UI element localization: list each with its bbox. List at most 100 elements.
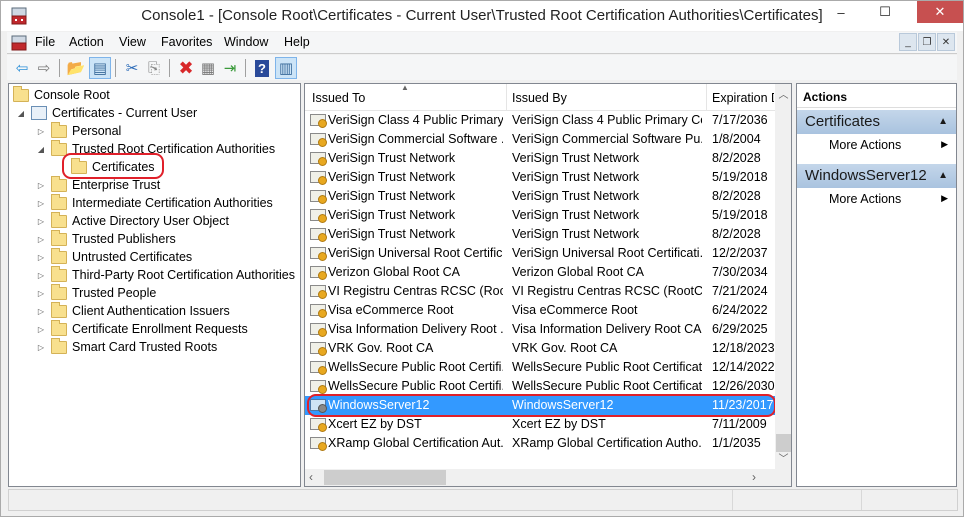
table-row[interactable]: VRK Gov. Root CA VRK Gov. Root CA 12/18/20…	[305, 339, 775, 358]
expanded-arrow-icon[interactable]: ◢	[35, 145, 47, 154]
properties-button[interactable]: ▦	[197, 57, 219, 79]
system-menu-icon[interactable]	[11, 35, 27, 51]
menu-window[interactable]: Window	[224, 35, 268, 49]
folder-icon	[51, 229, 67, 246]
more-actions-certificates[interactable]: More Actions ▶	[797, 135, 956, 155]
collapsed-arrow-icon[interactable]: ▷	[35, 199, 47, 208]
table-row[interactable]: VeriSign Trust Network VeriSign Trust Net…	[305, 168, 775, 187]
menu-favorites[interactable]: Favorites	[161, 35, 212, 49]
column-header-issued-to[interactable]: Issued To	[312, 91, 502, 105]
scissors-icon: ✂	[125, 60, 139, 77]
vertical-scrollbar[interactable]: ︿ ﹀	[775, 84, 791, 469]
show-hide-console-tree-button[interactable]: ▤	[89, 57, 111, 79]
actions-section-certificates[interactable]: Certificates ▲	[797, 110, 956, 134]
minimize-button[interactable]: –	[819, 1, 863, 23]
tree-item-intermediate-ca[interactable]: ▷ Intermediate Certification Authorities	[35, 193, 273, 212]
certificate-list[interactable]: Issued To ▲ Issued By Expiration D VeriS…	[304, 83, 792, 487]
column-header-issued-by[interactable]: Issued By	[512, 91, 702, 105]
tree-item-third-party-root-ca[interactable]: ▷ Third-Party Root Certification Authori…	[35, 265, 295, 284]
table-row[interactable]: VeriSign Class 4 Public Primary ... VeriS…	[305, 111, 775, 130]
certificate-icon	[310, 247, 327, 261]
help-button[interactable]: ?	[251, 57, 273, 79]
table-row[interactable]: VI Registru Centras RCSC (Root... VI Regi…	[305, 282, 775, 301]
tree-item-certificates-current-user[interactable]: ◢ Certificates - Current User	[15, 104, 197, 122]
table-row[interactable]: VeriSign Trust Network VeriSign Trust Net…	[305, 225, 775, 244]
table-row[interactable]: VeriSign Commercial Software ... VeriSign…	[305, 130, 775, 149]
horizontal-scrollbar[interactable]: ‹ ›	[305, 469, 791, 486]
collapsed-arrow-icon[interactable]: ▷	[35, 289, 47, 298]
back-button[interactable]: ⇦	[11, 57, 33, 79]
table-row[interactable]: WellsSecure Public Root Certifi... WellsS…	[305, 358, 775, 377]
collapsed-arrow-icon[interactable]: ▷	[35, 271, 47, 280]
collapsed-arrow-icon[interactable]: ▷	[35, 217, 47, 226]
tree-item-console-root[interactable]: Console Root	[13, 85, 110, 104]
collapse-up-icon[interactable]: ▲	[938, 170, 948, 181]
menu-help[interactable]: Help	[284, 35, 310, 49]
horizontal-scroll-thumb[interactable]	[324, 470, 446, 485]
tree-item-active-directory-user-object[interactable]: ▷ Active Directory User Object	[35, 211, 229, 230]
console-tree[interactable]: Console Root ◢ Certificates - Current Us…	[8, 83, 301, 487]
tree-item-enterprise-trust[interactable]: ▷ Enterprise Trust	[35, 175, 160, 194]
maximize-button[interactable]: ☐	[863, 1, 907, 23]
cell-issued-by: VeriSign Trust Network	[512, 189, 640, 203]
tree-item-trusted-people[interactable]: ▷ Trusted People	[35, 283, 157, 302]
copy-button[interactable]: ⎘	[143, 57, 165, 79]
column-divider[interactable]	[506, 84, 507, 111]
show-hide-action-pane-button[interactable]: ▥	[275, 57, 297, 79]
column-divider[interactable]	[706, 84, 707, 111]
cut-button[interactable]: ✂	[121, 57, 143, 79]
expanded-arrow-icon[interactable]: ◢	[15, 109, 27, 118]
column-header-expiration-date[interactable]: Expiration D	[712, 91, 774, 105]
cell-issued-by: VeriSign Class 4 Public Primary Ce...	[512, 113, 702, 127]
close-button[interactable]: ✕	[917, 1, 963, 23]
scroll-down-icon[interactable]: ﹀	[775, 450, 791, 465]
scroll-right-icon[interactable]: ›	[752, 470, 756, 484]
tree-item-untrusted-certificates[interactable]: ▷ Untrusted Certificates	[35, 247, 192, 266]
folder-icon	[51, 319, 67, 336]
scroll-up-icon[interactable]: ︿	[775, 86, 791, 101]
table-row[interactable]: Verizon Global Root CA Verizon Global Roo…	[305, 263, 775, 282]
collapsed-arrow-icon[interactable]: ▷	[35, 325, 47, 334]
tree-item-trusted-publishers[interactable]: ▷ Trusted Publishers	[35, 229, 176, 248]
tree-item-client-authentication-issuers[interactable]: ▷ Client Authentication Issuers	[35, 301, 230, 320]
collapsed-arrow-icon[interactable]: ▷	[35, 343, 47, 352]
export-list-button[interactable]: ⇥	[219, 57, 241, 79]
cell-issued-by: VI Registru Centras RCSC (RootCA)	[512, 284, 702, 298]
menu-action[interactable]: Action	[69, 35, 104, 49]
scroll-left-icon[interactable]: ‹	[309, 470, 313, 484]
tree-item-certificate-enrollment-requests[interactable]: ▷ Certificate Enrollment Requests	[35, 319, 248, 338]
child-restore-button[interactable]: ❐	[918, 33, 936, 51]
collapsed-arrow-icon[interactable]: ▷	[35, 181, 47, 190]
tree-item-personal[interactable]: ▷ Personal	[35, 121, 121, 140]
menu-file[interactable]: File	[35, 35, 55, 49]
table-row[interactable]: VeriSign Trust Network VeriSign Trust Net…	[305, 149, 775, 168]
table-row[interactable]: VeriSign Universal Root Certific... VeriS…	[305, 244, 775, 263]
table-row[interactable]: Xcert EZ by DST Xcert EZ by DST 7/11/2009	[305, 415, 775, 434]
collapsed-arrow-icon[interactable]: ▷	[35, 127, 47, 136]
tree-label: Trusted People	[72, 286, 157, 300]
child-close-button[interactable]: ✕	[937, 33, 955, 51]
cell-expiration-date: 1/8/2004	[712, 132, 761, 146]
tree-item-smart-card-trusted-roots[interactable]: ▷ Smart Card Trusted Roots	[35, 337, 217, 356]
table-row[interactable]: Visa eCommerce Root Visa eCommerce Root 6/…	[305, 301, 775, 320]
cell-expiration-date: 6/29/2025	[712, 322, 768, 336]
collapsed-arrow-icon[interactable]: ▷	[35, 253, 47, 262]
forward-button[interactable]: ⇨	[33, 57, 55, 79]
table-row[interactable]: XRamp Global Certification Aut... XRamp G…	[305, 434, 775, 453]
table-row[interactable]: VeriSign Trust Network VeriSign Trust Net…	[305, 206, 775, 225]
actions-section-windowsserver12[interactable]: WindowsServer12 ▲	[797, 164, 956, 188]
cell-expiration-date: 5/19/2018	[712, 170, 768, 184]
collapse-up-icon[interactable]: ▲	[938, 116, 948, 127]
more-actions-windowsserver12[interactable]: More Actions ▶	[797, 189, 956, 209]
collapsed-arrow-icon[interactable]: ▷	[35, 307, 47, 316]
cell-expiration-date: 7/11/2009	[712, 417, 767, 431]
collapsed-arrow-icon[interactable]: ▷	[35, 235, 47, 244]
table-row[interactable]: VeriSign Trust Network VeriSign Trust Net…	[305, 187, 775, 206]
child-minimize-button[interactable]: _	[899, 33, 917, 51]
menu-view[interactable]: View	[119, 35, 146, 49]
cell-issued-by: WellsSecure Public Root Certificat...	[512, 379, 702, 393]
up-one-level-button[interactable]: 📂	[65, 57, 87, 79]
delete-button[interactable]: ✖	[175, 57, 197, 79]
table-row[interactable]: Visa Information Delivery Root ... Visa I…	[305, 320, 775, 339]
cell-issued-to: XRamp Global Certification Aut...	[328, 436, 503, 450]
